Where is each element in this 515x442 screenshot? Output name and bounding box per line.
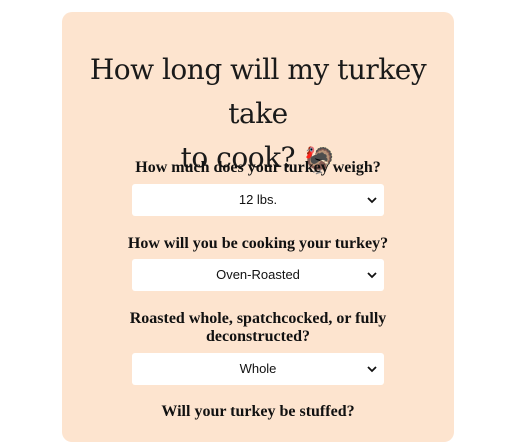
style-select[interactable]: Whole [132, 353, 384, 385]
question-stuffed-label: Will your turkey be stuffed? [161, 403, 355, 420]
turkey-calculator-card: How long will my turkey take to cook? 🦃 … [62, 12, 454, 442]
question-method-label: How will you be cooking your turkey? [127, 235, 389, 252]
weight-select-value: 12 lbs. [238, 192, 278, 207]
title-line-1: How long will my turkey take [89, 53, 427, 130]
method-select[interactable]: Oven-Roasted [132, 259, 384, 291]
style-select-value: Whole [239, 361, 277, 376]
question-style-label-line-2: deconstructed? [206, 328, 310, 345]
question-style-label-line-1: Roasted whole, spatchcocked, or fully [129, 310, 387, 327]
question-style-label: Roasted whole, spatchcocked, or fully de… [62, 310, 454, 346]
method-select-value: Oven-Roasted [216, 267, 300, 282]
chevron-down-icon [367, 272, 377, 279]
chevron-down-icon [367, 366, 377, 373]
question-weight-label: How much does your turkey weigh? [135, 159, 381, 176]
weight-select[interactable]: 12 lbs. [132, 184, 384, 216]
chevron-down-icon [367, 197, 377, 204]
